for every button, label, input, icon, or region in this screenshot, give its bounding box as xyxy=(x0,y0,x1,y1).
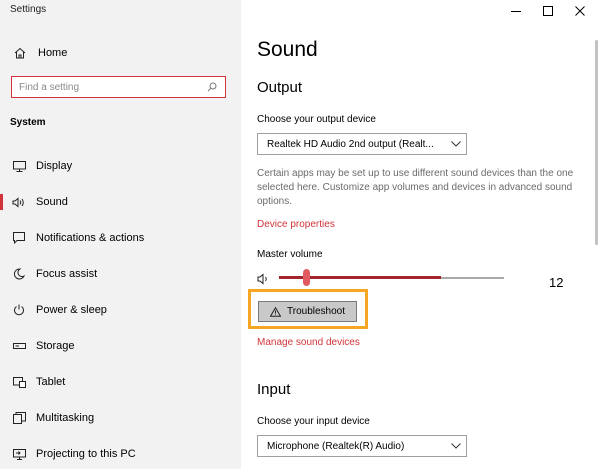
device-properties-link[interactable]: Device properties xyxy=(257,219,335,230)
sidebar-item-tablet[interactable]: Tablet xyxy=(0,371,241,393)
output-device-dropdown[interactable]: Realtek HD Audio 2nd output (Realt... xyxy=(257,133,467,155)
volume-value: 12 xyxy=(549,275,564,290)
sidebar-item-multitasking[interactable]: Multitasking xyxy=(0,407,241,429)
maximize-button[interactable] xyxy=(531,0,565,22)
troubleshoot-label: Troubleshoot xyxy=(287,306,345,317)
search-box[interactable] xyxy=(11,76,226,98)
main-panel: Sound Output Choose your output device R… xyxy=(241,0,600,469)
input-device-label: Choose your input device xyxy=(257,416,370,427)
sidebar-item-label: Storage xyxy=(36,340,75,352)
multitasking-icon xyxy=(10,412,28,424)
sidebar-item-label: Display xyxy=(36,160,73,172)
sidebar-item-label: Tablet xyxy=(36,376,66,388)
sidebar-item-display[interactable]: Display xyxy=(0,155,241,177)
close-icon xyxy=(575,6,585,16)
sidebar-item-label: Sound xyxy=(36,196,68,208)
sidebar-item-label: Notifications & actions xyxy=(36,232,145,244)
home-nav-item[interactable]: Home xyxy=(12,44,67,62)
minimize-icon xyxy=(511,11,521,12)
sidebar-item-label: Multitasking xyxy=(36,412,95,424)
close-button[interactable] xyxy=(563,0,597,22)
page-title: Sound xyxy=(257,38,318,61)
minimize-button[interactable] xyxy=(499,0,533,22)
output-device-value: Realtek HD Audio 2nd output (Realt... xyxy=(267,138,434,150)
chevron-down-icon xyxy=(446,443,466,449)
output-heading: Output xyxy=(257,79,303,96)
sidebar-item-label: Projecting to this PC xyxy=(36,448,136,460)
home-icon xyxy=(12,47,28,59)
sidebar-item-storage[interactable]: Storage xyxy=(0,335,241,357)
sidebar-item-projecting[interactable]: Projecting to this PC xyxy=(0,443,241,465)
sidebar: Settings Home System Display Sound Notif… xyxy=(0,0,241,469)
projecting-icon xyxy=(10,448,28,460)
input-device-dropdown[interactable]: Microphone (Realtek(R) Audio) xyxy=(257,435,467,457)
warning-icon xyxy=(270,306,281,317)
search-icon[interactable] xyxy=(204,82,220,92)
scrollbar[interactable] xyxy=(595,40,598,245)
master-volume-label: Master volume xyxy=(257,249,323,260)
moon-icon xyxy=(10,268,28,280)
slider-thumb[interactable] xyxy=(303,269,310,286)
storage-icon xyxy=(10,343,28,349)
sidebar-item-notifications[interactable]: Notifications & actions xyxy=(0,227,241,249)
notifications-icon xyxy=(10,232,28,244)
master-volume-slider[interactable] xyxy=(279,269,504,286)
window-title: Settings xyxy=(10,4,47,15)
sidebar-item-sound[interactable]: Sound xyxy=(0,191,241,213)
speaker-icon xyxy=(10,196,28,208)
power-icon xyxy=(10,304,28,316)
search-input[interactable] xyxy=(12,77,204,97)
sidebar-item-label: Focus assist xyxy=(36,268,98,280)
section-title: System xyxy=(10,117,46,128)
home-label: Home xyxy=(38,47,68,59)
input-device-value: Microphone (Realtek(R) Audio) xyxy=(267,440,405,452)
volume-icon[interactable] xyxy=(257,272,271,285)
output-device-label: Choose your output device xyxy=(257,114,376,125)
sidebar-item-label: Power & sleep xyxy=(36,304,107,316)
active-indicator xyxy=(0,194,3,210)
input-heading: Input xyxy=(257,381,291,398)
sidebar-item-power-sleep[interactable]: Power & sleep xyxy=(0,299,241,321)
maximize-icon xyxy=(543,6,553,16)
display-icon xyxy=(10,160,28,172)
tablet-icon xyxy=(10,376,28,388)
troubleshoot-button[interactable]: Troubleshoot xyxy=(258,301,357,322)
sidebar-item-focus-assist[interactable]: Focus assist xyxy=(0,263,241,285)
manage-sound-devices-link[interactable]: Manage sound devices xyxy=(257,337,360,348)
chevron-down-icon xyxy=(446,141,466,147)
output-description: Certain apps may be set up to use differ… xyxy=(257,168,574,207)
